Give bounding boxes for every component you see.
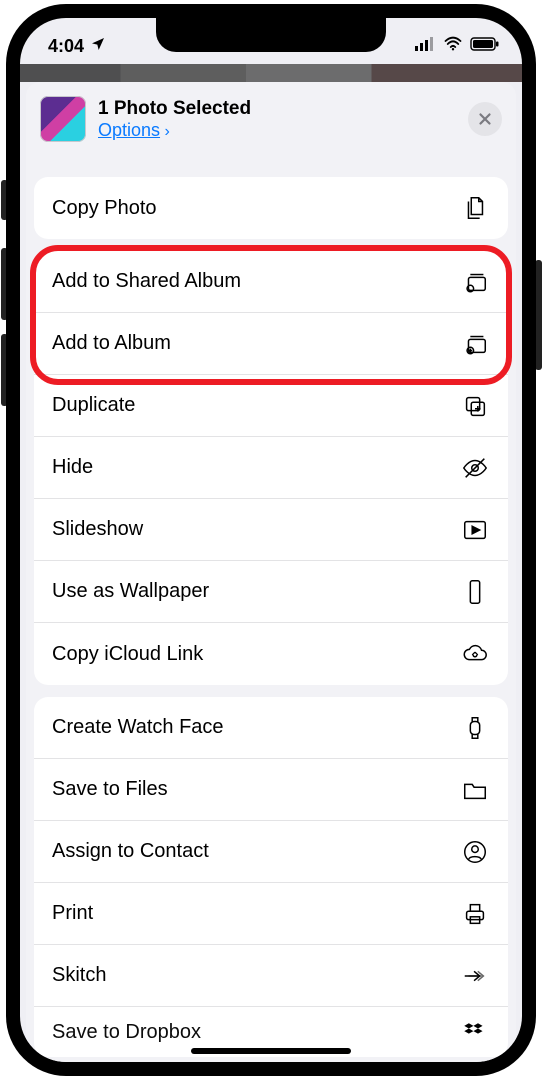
action-label: Hide (52, 456, 460, 479)
action-label: Slideshow (52, 518, 460, 541)
home-indicator[interactable] (191, 1048, 351, 1054)
add-album-icon (460, 329, 490, 359)
action-assign-to-contact[interactable]: Assign to Contact (34, 821, 508, 883)
action-skitch[interactable]: Skitch (34, 945, 508, 1007)
action-label: Copy Photo (52, 197, 460, 220)
selected-photo-thumbnail[interactable] (40, 96, 86, 142)
action-label: Duplicate (52, 394, 460, 417)
action-group: Create Watch Face Save to Files Assign to … (34, 697, 508, 1057)
action-duplicate[interactable]: Duplicate (34, 375, 508, 437)
duplicate-icon (460, 391, 490, 421)
status-time: 4:04 (48, 36, 84, 57)
screen: 4:04 (20, 18, 522, 1062)
skitch-arrow-icon (460, 961, 490, 991)
close-button[interactable] (468, 102, 502, 136)
print-icon (460, 899, 490, 929)
action-label: Add to Album (52, 332, 460, 355)
action-slideshow[interactable]: Slideshow (34, 499, 508, 561)
action-copy-photo[interactable]: Copy Photo (34, 177, 508, 239)
action-label: Use as Wallpaper (52, 580, 460, 603)
power-button (535, 260, 542, 370)
battery-icon (470, 37, 500, 56)
shared-album-icon (460, 267, 490, 297)
folder-icon (460, 775, 490, 805)
action-list[interactable]: Copy Photo Add to Shared Album Add to Albu… (26, 177, 516, 1062)
action-label: Add to Shared Album (52, 270, 460, 293)
wifi-icon (442, 35, 464, 58)
location-icon (90, 36, 106, 57)
phone-frame: 4:04 (6, 4, 536, 1076)
action-group: Add to Shared Album Add to Album Duplicate… (34, 251, 508, 685)
action-group: Copy Photo (34, 177, 508, 239)
action-label: Print (52, 902, 460, 925)
play-icon (460, 515, 490, 545)
selected-count-label: 1 Photo Selected (98, 98, 468, 120)
action-print[interactable]: Print (34, 883, 508, 945)
action-use-as-wallpaper[interactable]: Use as Wallpaper (34, 561, 508, 623)
action-save-to-files[interactable]: Save to Files (34, 759, 508, 821)
action-copy-icloud-link[interactable]: Copy iCloud Link (34, 623, 508, 685)
notch (156, 18, 386, 52)
cloud-link-icon (460, 639, 490, 669)
action-add-to-shared-album[interactable]: Add to Shared Album (34, 251, 508, 313)
share-header: 1 Photo Selected Options › (26, 82, 516, 165)
share-sheet: 1 Photo Selected Options › Copy Photo Add… (26, 82, 516, 1062)
copy-docs-icon (460, 193, 490, 223)
hide-icon (460, 453, 490, 483)
close-icon (476, 110, 494, 128)
action-label: Assign to Contact (52, 840, 460, 863)
action-label: Skitch (52, 964, 460, 987)
cellular-icon (414, 37, 436, 56)
action-hide[interactable]: Hide (34, 437, 508, 499)
dropbox-icon (460, 1017, 490, 1047)
background-photos-strip (20, 64, 522, 82)
chevron-right-icon: › (165, 123, 170, 140)
phone-outline-icon (460, 577, 490, 607)
action-label: Create Watch Face (52, 716, 460, 739)
action-label: Save to Dropbox (52, 1021, 460, 1044)
action-label: Save to Files (52, 778, 460, 801)
action-label: Copy iCloud Link (52, 643, 460, 666)
action-add-to-album[interactable]: Add to Album (34, 313, 508, 375)
contact-icon (460, 837, 490, 867)
watch-icon (460, 713, 490, 743)
action-create-watch-face[interactable]: Create Watch Face (34, 697, 508, 759)
options-link[interactable]: Options (98, 120, 160, 140)
